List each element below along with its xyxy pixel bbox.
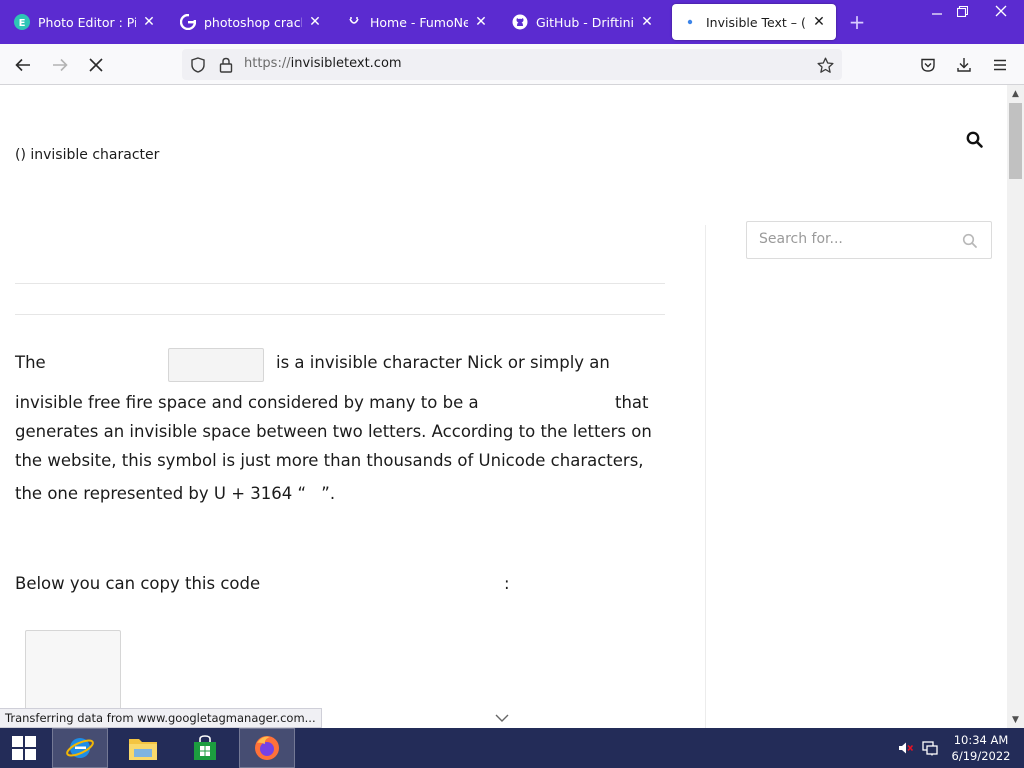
taskbar: 10:34 AM 6/19/2022 bbox=[0, 728, 1024, 768]
chevron-down-icon[interactable] bbox=[494, 709, 510, 722]
internet-explorer-icon bbox=[66, 738, 94, 758]
loading-dot-icon bbox=[682, 14, 698, 30]
paragraph-line: the one represented by U + 3164 “ㅤ”. bbox=[15, 484, 336, 503]
close-tab-icon[interactable]: ✕ bbox=[472, 13, 490, 31]
close-tab-icon[interactable]: ✕ bbox=[638, 13, 656, 31]
copy-code-box[interactable] bbox=[25, 630, 121, 720]
taskbar-store[interactable] bbox=[177, 728, 233, 768]
copy-code-label: Below you can copy this code bbox=[15, 574, 261, 593]
paragraph-line: that bbox=[615, 393, 649, 412]
paragraph-line: is a invisible character Nick or simply … bbox=[276, 353, 610, 372]
tab-title: Home - FumoNet bbox=[370, 14, 468, 30]
hamburger-menu-icon bbox=[994, 59, 1006, 71]
url-host: invisibletext.com bbox=[290, 56, 402, 71]
store-icon bbox=[194, 735, 216, 760]
url-scheme: https:// bbox=[244, 56, 291, 71]
app-menu-button[interactable] bbox=[987, 52, 1013, 78]
tab-title: photoshop crack - G bbox=[204, 14, 302, 30]
search-submit-icon[interactable] bbox=[961, 232, 979, 250]
divider bbox=[15, 283, 665, 284]
scroll-up-arrow-icon[interactable]: ▲ bbox=[1007, 85, 1024, 102]
pocket-button[interactable] bbox=[915, 52, 941, 78]
fumonet-icon bbox=[346, 14, 362, 30]
tab-title: Photo Editor : Pixlr E bbox=[38, 14, 136, 30]
status-bar: Transferring data from www.googletagmana… bbox=[0, 708, 322, 728]
paragraph-line: generates an invisible space between two… bbox=[15, 422, 652, 441]
lock-icon[interactable] bbox=[216, 55, 236, 75]
clock-date: 6/19/2022 bbox=[951, 749, 1011, 763]
search-icon bbox=[966, 131, 983, 148]
windows-logo-icon bbox=[12, 736, 36, 760]
firefox-icon bbox=[255, 736, 279, 760]
close-window-icon[interactable] bbox=[986, 0, 1016, 22]
tab-github[interactable]: GitHub - Driftini/w9 ✕ bbox=[502, 4, 664, 40]
pocket-icon bbox=[921, 58, 935, 72]
clock-time: 10:34 AM bbox=[953, 733, 1009, 747]
start-button[interactable] bbox=[0, 728, 48, 768]
close-tab-icon[interactable]: ✕ bbox=[306, 13, 324, 31]
back-button[interactable] bbox=[10, 52, 36, 78]
taskbar-firefox[interactable] bbox=[239, 728, 295, 768]
tab-invisible-text[interactable]: Invisible Text – () invi ✕ bbox=[672, 4, 836, 40]
site-title[interactable]: () invisible character bbox=[15, 147, 159, 163]
tab-pixlr[interactable]: E Photo Editor : Pixlr E ✕ bbox=[4, 4, 166, 40]
navigation-toolbar: https://invisibletext.com bbox=[0, 44, 1024, 85]
divider bbox=[15, 314, 665, 315]
volume-muted-icon[interactable] bbox=[898, 740, 914, 756]
tracking-protection-shield-icon[interactable] bbox=[188, 55, 208, 75]
network-icon[interactable] bbox=[922, 740, 938, 756]
tab-google[interactable]: photoshop crack - G ✕ bbox=[170, 4, 332, 40]
forward-button[interactable] bbox=[47, 52, 73, 78]
sidebar-search-input[interactable] bbox=[759, 231, 949, 247]
sidebar-search-form bbox=[746, 221, 992, 259]
tab-title: Invisible Text – () invi bbox=[706, 14, 806, 30]
pixlr-e-icon: E bbox=[14, 14, 30, 30]
bookmark-star-icon[interactable] bbox=[815, 55, 835, 75]
paragraph-line: invisible free fire space and considered… bbox=[15, 393, 479, 412]
header-search-button[interactable] bbox=[965, 130, 985, 150]
sidebar-divider bbox=[705, 225, 706, 728]
google-icon bbox=[180, 14, 196, 30]
scroll-down-arrow-icon[interactable]: ▼ bbox=[1007, 711, 1024, 728]
tab-fumonet[interactable]: Home - FumoNet ✕ bbox=[336, 4, 498, 40]
github-icon bbox=[512, 14, 528, 30]
close-icon bbox=[89, 58, 103, 72]
copy-code-colon: : bbox=[504, 574, 510, 593]
scrollbar-thumb[interactable] bbox=[1009, 103, 1022, 179]
download-icon bbox=[957, 58, 971, 72]
tab-title: GitHub - Driftini/w9 bbox=[536, 14, 634, 30]
close-tab-icon[interactable]: ✕ bbox=[140, 13, 158, 31]
taskbar-file-explorer[interactable] bbox=[115, 728, 171, 768]
system-clock[interactable]: 10:34 AM 6/19/2022 bbox=[946, 732, 1016, 764]
url-text[interactable]: https://invisibletext.com bbox=[244, 56, 402, 71]
paragraph-line: The bbox=[15, 353, 46, 372]
page-scrollbar[interactable]: ▲ ▼ bbox=[1007, 85, 1024, 728]
downloads-button[interactable] bbox=[951, 52, 977, 78]
stop-loading-button[interactable] bbox=[83, 52, 109, 78]
arrow-left-icon bbox=[15, 58, 30, 72]
tab-strip: E Photo Editor : Pixlr E ✕ photoshop cra… bbox=[0, 0, 1024, 44]
arrow-right-icon bbox=[53, 58, 68, 72]
svg-text:E: E bbox=[19, 18, 26, 29]
close-tab-icon[interactable]: ✕ bbox=[810, 13, 828, 31]
paragraph-line: the website, this symbol is just more th… bbox=[15, 451, 644, 470]
page-content: () invisible character The is a invisibl… bbox=[0, 85, 1007, 728]
restore-window-icon[interactable] bbox=[947, 0, 977, 22]
taskbar-internet-explorer[interactable] bbox=[52, 728, 108, 768]
new-tab-button[interactable]: + bbox=[846, 11, 868, 33]
address-bar[interactable]: https://invisibletext.com bbox=[182, 49, 842, 80]
invisible-character-box[interactable] bbox=[168, 348, 264, 382]
file-explorer-icon bbox=[129, 739, 157, 760]
